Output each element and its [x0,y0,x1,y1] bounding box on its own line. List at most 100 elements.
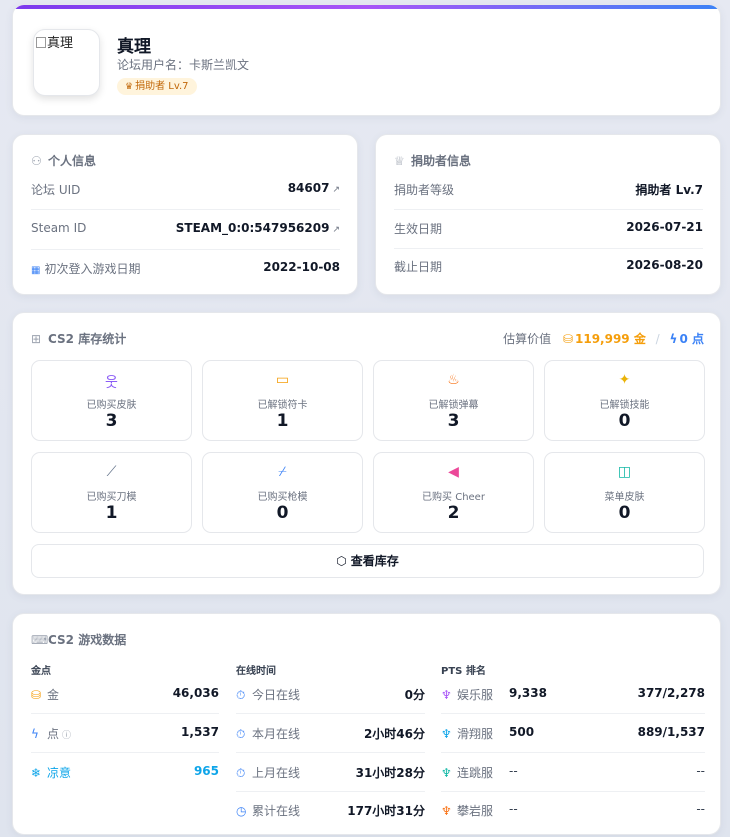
pts-rank: -- [696,802,705,816]
forum-username: 论坛用户名：卡斯兰凯文 [117,58,250,72]
donor-level-row: 捐助者等级 捐助者 Lv.7 [394,171,703,210]
tile-value: 0 [618,503,631,523]
tile-skills[interactable]: ✦ 已解锁技能 0 [544,360,705,441]
coin-icon: ⛁ [31,688,42,702]
online-last-month-label: ⏱ 上月在线 [236,764,300,781]
avatar: 真理 [33,29,100,96]
pts-score: 500 [509,725,535,739]
tile-menu-skins[interactable]: ◫ 菜单皮肤 0 [544,452,705,533]
pts-label: ♆ 娱乐服 [441,686,493,703]
tile-label: 已解锁技能 [599,400,650,411]
tile-value: 0 [618,411,631,431]
inventory-title: ⊞ CS2 库存统计 [31,330,126,347]
points-row: ϟ 点 ⓘ 1,537 [31,715,219,753]
tile-knives[interactable]: ⟋ 已购买刀模 1 [31,452,192,533]
online-today-value: 0分 [404,688,425,702]
tile-label: 已解锁符卡 [257,400,308,411]
knife-icon: ⟋ [106,464,117,480]
trophy-icon: ♆ [441,688,452,702]
cool-label: ❄ 凉意 [31,764,71,781]
pts-row-climb: ♆ 攀岩服 -- -- [441,792,705,830]
pts-rank: -- [696,764,705,778]
estimated-gold: 119,999 金 [575,332,646,346]
calendar-icon: ▦ [31,265,41,276]
view-inventory-button[interactable]: ⬡ 查看库存 [31,544,704,578]
tile-cards[interactable]: ▭ 已解锁符卡 1 [202,360,363,441]
profile-card: 真理 真理 论坛用户名：卡斯兰凯文 ♛ 捐助者 Lv.7 [12,4,721,116]
personal-info-title-text: 个人信息 [48,154,97,168]
donor-level-value: 捐助者 Lv.7 [635,183,703,197]
tile-value: 3 [105,411,118,431]
pts-score: 9,338 [509,686,547,700]
game-data-title-text: CS2 游戏数据 [48,633,127,647]
pts-label: ♆ 连跳服 [441,764,493,781]
pts-label: ♆ 攀岩服 [441,802,493,819]
view-inventory-label: 查看库存 [350,554,399,568]
online-today-label-text: 今日在线 [252,688,301,702]
online-today-label: ⏱ 今日在线 [236,686,300,703]
bolt-icon: ϟ [31,727,39,741]
crown-icon: ♛ [125,82,134,92]
tile-skins[interactable]: 웃 已购买皮肤 3 [31,360,192,441]
pts-label-text: 攀岩服 [457,804,494,818]
online-column-header: 在线时间 [236,666,276,677]
tile-barrage[interactable]: ♨ 已解锁弹幕 3 [373,360,534,441]
pts-label-text: 连跳服 [457,766,494,780]
steam-id-row: Steam ID STEAM_0:0:547956209 ↗ [31,211,340,250]
donor-info-title: ♕ 捐助者信息 [394,152,471,169]
tile-value: 1 [105,503,118,523]
crown-icon: ♕ [394,154,405,168]
online-month-row: ⏱ 本月在线 2小时46分 [236,715,425,753]
tile-label: 已购买 Cheer [422,492,485,503]
tile-guns[interactable]: ⌿ 已购买枪模 0 [202,452,363,533]
bolt-icon: ϟ [669,332,678,346]
cool-row: ❄ 凉意 965 [31,754,219,792]
user-icon: ⚇ [31,154,42,168]
uid-value: 84607 [287,181,330,195]
help-icon[interactable]: ⓘ [62,731,71,741]
first-login-label: ▦ 初次登入游戏日期 [31,260,140,277]
pts-row-bhop: ♆ 连跳服 -- -- [441,754,705,792]
estimated-separator: / [655,332,660,346]
gamepad-icon: ⌨ [31,633,49,647]
online-total-row: ◷ 累计在线 177小时31分 [236,792,425,830]
flame-icon: ♨ [447,372,460,388]
steam-id-link[interactable]: STEAM_0:0:547956209 ↗ [176,221,340,235]
pts-label-text: 娱乐服 [457,688,494,702]
pts-score: -- [509,764,518,778]
gold-column-header: 金点 [31,666,51,677]
tile-label: 已购买皮肤 [86,400,137,411]
pts-rank: 377/2,278 [637,686,705,700]
online-total-label: ◷ 累计在线 [236,802,300,819]
broken-image-icon [36,37,46,48]
first-login-label-text: 初次登入游戏日期 [44,262,141,276]
gold-row: ⛁ 金 46,036 [31,676,219,714]
pts-row-glide: ♆ 滑翔服 500 889/1,537 [441,715,705,753]
uid-link[interactable]: 84607 ↗ [288,181,340,195]
donor-info-title-text: 捐助者信息 [411,154,472,168]
avatar-alt-text: 真理 [47,36,74,51]
donor-level-label: 捐助者等级 [394,183,455,197]
gold-label-text: 金 [47,688,60,702]
estimated-value: 估算价值 ⛁ 119,999 金 / ϟ0 点 [503,330,704,347]
online-last-month-value: 31小时28分 [355,766,425,780]
expiry-date-label: 截止日期 [394,260,443,274]
estimated-value-label: 估算价值 [503,332,552,346]
estimated-points: 0 点 [679,332,704,346]
expiry-date-row: 截止日期 2026-08-20 [394,248,703,287]
game-data-card: ⌨CS2 游戏数据 金点 ⛁ 金 46,036 ϟ 点 ⓘ 1,537 ❄ 凉意 965… [12,613,721,835]
personal-info-title: ⚇ 个人信息 [31,152,96,169]
coin-icon: ⛁ [562,332,573,346]
inventory-card: ⊞ CS2 库存统计 估算价值 ⛁ 119,999 金 / ϟ0 点 웃 已购买皮肤… [12,312,721,595]
effective-date-row: 生效日期 2026-07-21 [394,210,703,249]
steam-id-value: STEAM_0:0:547956209 [175,221,330,235]
cool-label-text: 凉意 [47,766,72,780]
grid-icon: ⊞ [31,332,42,346]
megaphone-icon: ◀ [448,464,459,480]
online-last-month-label-text: 上月在线 [252,766,301,780]
online-total-value: 177小时31分 [347,804,425,818]
tile-cheer[interactable]: ◀ 已购买 Cheer 2 [373,452,534,533]
gold-label: ⛁ 金 [31,686,59,703]
gold-value: 46,036 [172,686,219,700]
game-data-title: ⌨CS2 游戏数据 [31,631,126,648]
